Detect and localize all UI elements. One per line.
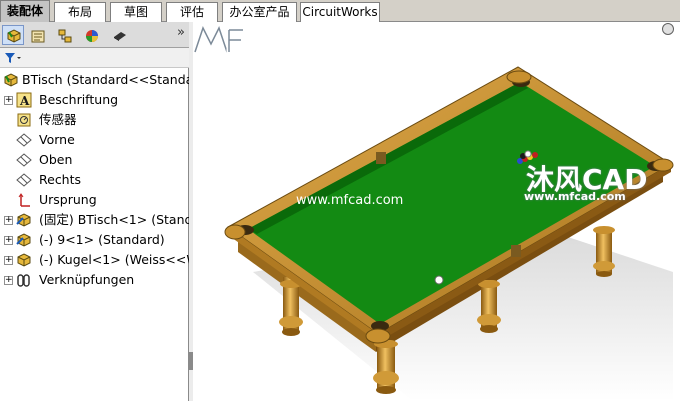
tab-assembly[interactable]: 装配体 xyxy=(0,0,50,22)
part-icon xyxy=(16,213,31,227)
tree-item-label: 传感器 xyxy=(39,112,77,127)
feature-manager-icon[interactable] xyxy=(2,25,24,45)
tree-item-front-plane[interactable]: Vorne xyxy=(0,130,189,150)
configuration-manager-icon[interactable] xyxy=(53,25,75,45)
tree-item-top-plane[interactable]: Oben xyxy=(0,150,189,170)
tab-circuitworks[interactable]: CircuitWorks xyxy=(300,2,380,22)
origin-icon xyxy=(18,193,30,207)
tree-item-right-plane[interactable]: Rechts xyxy=(0,170,189,190)
expand-toggle[interactable]: + xyxy=(4,236,13,245)
tree-item-label: Verknüpfungen xyxy=(39,272,135,287)
tree-item-mates[interactable]: + Verknüpfungen xyxy=(0,270,189,290)
tree-root-assembly[interactable]: BTisch (Standard<<Standard xyxy=(0,70,206,90)
tree-item-annotations[interactable]: + A Beschriftung xyxy=(0,90,189,110)
panel-toolbar: » xyxy=(0,22,189,48)
sensor-icon xyxy=(17,113,31,127)
tree-item-origin[interactable]: Ursprung xyxy=(0,190,189,210)
expand-toggle[interactable]: + xyxy=(4,96,13,105)
graphics-viewport[interactable]: www.mfcad.com 沐风CAD www.mfcad.com xyxy=(193,22,680,401)
command-manager-tabs: 装配体 布局 草图 评估 办公室产品 CircuitWorks xyxy=(0,0,680,22)
tree-item-label: Oben xyxy=(39,152,73,167)
tree-item-label: (-) 9<1> (Standard) xyxy=(39,232,165,247)
part-icon xyxy=(17,253,31,267)
tree-item-label: (-) Kugel<1> (Weiss<<W xyxy=(39,252,199,267)
mates-icon xyxy=(17,274,30,287)
appearance-manager-icon[interactable] xyxy=(80,25,102,45)
tree-item-component[interactable]: + (-) 9<1> (Standard) xyxy=(0,230,189,250)
plane-icon xyxy=(16,173,32,187)
expand-toggle[interactable]: + xyxy=(4,256,13,265)
watermark-logo-url: www.mfcad.com xyxy=(524,190,626,203)
plane-icon xyxy=(16,153,32,167)
cue-ball xyxy=(434,275,444,285)
tree-root-label: BTisch (Standard<<Standard xyxy=(22,72,207,87)
tree-item-sensors[interactable]: 传感器 xyxy=(0,110,189,130)
tree-item-component[interactable]: + (固定) BTisch<1> (Standar xyxy=(0,210,205,230)
assembly-icon xyxy=(4,73,18,87)
feature-manager-panel: » BTisch (Standard<<Standard + A Beschri… xyxy=(0,22,206,401)
expand-toggle[interactable]: + xyxy=(4,216,13,225)
tree-item-label: (固定) BTisch<1> (Standar xyxy=(39,212,206,227)
part-icon xyxy=(16,233,31,247)
tree-item-label: Rechts xyxy=(39,172,82,187)
annotation-icon: A xyxy=(16,92,32,108)
display-manager-icon[interactable] xyxy=(108,25,130,45)
tab-office-products[interactable]: 办公室产品 xyxy=(222,2,297,22)
tab-layout[interactable]: 布局 xyxy=(54,2,106,22)
tree-filter-bar[interactable] xyxy=(0,48,189,68)
watermark-text: www.mfcad.com xyxy=(296,193,404,208)
pocket xyxy=(511,245,521,257)
tree-item-label: Vorne xyxy=(39,132,75,147)
feature-tree: BTisch (Standard<<Standard + A Beschrift… xyxy=(0,70,206,290)
expand-toggle[interactable]: + xyxy=(4,276,13,285)
tree-item-label: Ursprung xyxy=(39,192,97,207)
tree-item-component[interactable]: + (-) Kugel<1> (Weiss<<W xyxy=(0,250,199,270)
plane-icon xyxy=(16,133,32,147)
panel-more-button[interactable]: » xyxy=(177,25,185,40)
pocket xyxy=(376,152,386,164)
tab-sketch[interactable]: 草图 xyxy=(110,2,162,22)
filter-icon[interactable] xyxy=(4,52,22,64)
viewport-close-icon[interactable] xyxy=(662,23,674,35)
billiard-table-model xyxy=(224,66,674,401)
mfcad-logo-icon xyxy=(193,22,243,53)
tab-evaluate[interactable]: 评估 xyxy=(166,2,218,22)
property-manager-icon[interactable] xyxy=(26,25,48,45)
svg-text:A: A xyxy=(19,94,30,108)
tree-item-label: Beschriftung xyxy=(39,92,119,107)
